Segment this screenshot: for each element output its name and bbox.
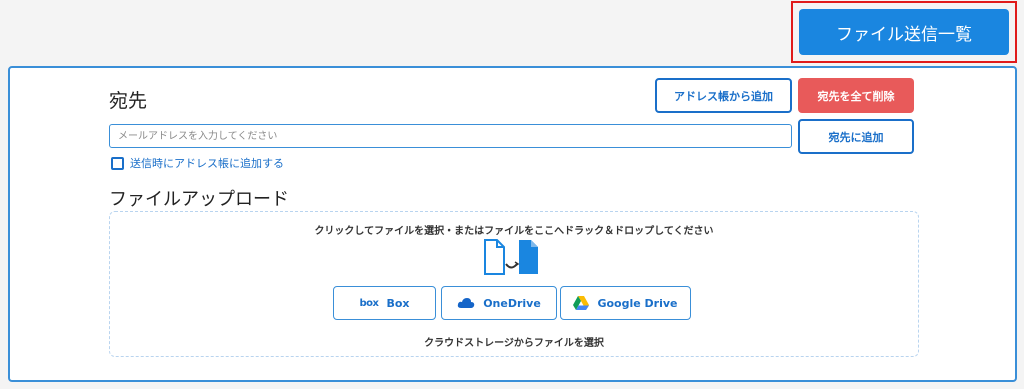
- upload-title: ファイルアップロード: [109, 189, 289, 210]
- recipient-title: 宛先: [109, 90, 148, 112]
- file-list-highlight: ファイル送信一覧: [791, 1, 1017, 63]
- google-drive-button-label: Google Drive: [597, 296, 678, 310]
- save-to-address-book-label: 送信時にアドレス帳に追加する: [130, 157, 284, 170]
- save-to-address-book-checkbox[interactable]: [111, 156, 124, 170]
- cloud-storage-caption: クラウドストレージからファイルを選択: [424, 338, 604, 349]
- box-button-label: Box: [386, 296, 410, 310]
- onedrive-button[interactable]: OneDrive: [441, 286, 557, 320]
- file-send-list-button[interactable]: ファイル送信一覧: [799, 9, 1009, 55]
- box-button[interactable]: box Box: [333, 286, 436, 320]
- google-drive-icon: [573, 296, 590, 310]
- onedrive-cloud-icon: [457, 298, 475, 308]
- add-recipient-button[interactable]: 宛先に追加: [798, 119, 914, 154]
- drop-hint-text: クリックしてファイルを選択・またはファイルをここへドラック＆ドロップしてください: [314, 226, 714, 237]
- box-logo-icon: box: [359, 297, 379, 309]
- save-to-address-book-option[interactable]: 送信時にアドレス帳に追加する: [111, 155, 284, 171]
- send-form-panel: 宛先 アドレス帳から追加 宛先を全て削除 宛先に追加 送信時にアドレス帳に追加す…: [8, 66, 1017, 382]
- file-dropzone[interactable]: クリックしてファイルを選択・またはファイルをここへドラック＆ドロップしてください…: [109, 211, 919, 357]
- email-input[interactable]: [109, 124, 792, 148]
- file-upload-icon: [484, 239, 538, 275]
- google-drive-button[interactable]: Google Drive: [560, 286, 691, 320]
- delete-all-recipients-button[interactable]: 宛先を全て削除: [798, 78, 914, 113]
- onedrive-button-label: OneDrive: [483, 296, 541, 310]
- add-from-address-book-button[interactable]: アドレス帳から追加: [655, 78, 792, 113]
